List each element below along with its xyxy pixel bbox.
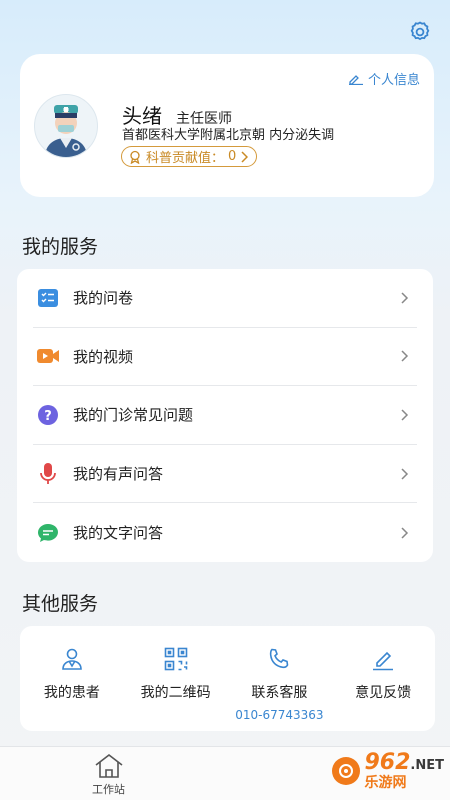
chevron-right-icon [401,468,409,480]
service-label: 我的视频 [73,347,134,366]
service-item-voice-qa[interactable]: 我的有声问答 [33,445,417,504]
chevron-right-icon [401,527,409,539]
other-item-qrcode[interactable]: 我的二维码 [124,626,228,731]
other-services-grid: 我的患者 我的二维码 联系客服 010-67743363 意见反馈 [20,626,435,731]
contribution-value: 0 [228,149,237,164]
personal-info-label: 个人信息 [367,73,420,88]
watermark-sub: 乐游网 [364,775,407,791]
personal-info-link[interactable]: 个人信息 [348,69,420,88]
home-icon [95,753,122,778]
qrcode-icon [163,646,189,672]
avatar[interactable] [34,94,98,158]
microphone-icon [37,462,59,485]
watermark-logo: 962.NET 乐游网 [332,752,444,790]
other-item-patients[interactable]: 我的患者 [20,626,124,731]
doctor-hospital: 首都医科大学附属北京朝 内分泌失调 [122,128,335,143]
service-label: 我的门诊常见问题 [73,406,194,425]
service-label: 我的有声问答 [73,465,164,484]
chevron-right-icon [401,350,409,362]
chevron-right-icon [401,292,409,304]
gear-icon [410,21,430,41]
service-item-text-qa[interactable]: 我的文字问答 [33,503,417,562]
chevron-right-icon [401,409,409,421]
my-services-list: 我的问卷 我的视频 ? 我的门诊常见问题 我的有声问答 我的文字问答 [17,269,433,562]
tab-workstation[interactable]: 工作站 [92,753,125,797]
contribution-label: 科普贡献值： [146,151,225,166]
other-services-title: 其他服务 [22,593,99,615]
other-item-label: 我的患者 [43,685,100,701]
customer-service-phone[interactable]: 010-67743363 [235,708,323,722]
doctor-avatar-icon [45,105,87,157]
other-item-label: 我的二维码 [140,685,211,701]
service-item-faq[interactable]: ? 我的门诊常见问题 [33,386,417,445]
chevron-right-icon [241,150,249,163]
service-label: 我的文字问答 [73,524,164,543]
patient-icon [59,646,85,672]
other-item-label: 联系客服 [251,685,308,701]
phone-icon [266,646,292,672]
settings-button[interactable] [406,18,434,46]
other-item-label: 意见反馈 [355,685,412,701]
tab-label: 工作站 [92,783,125,796]
contribution-badge[interactable]: 科普贡献值： 0 [121,146,258,167]
watermark-number: 962 [364,750,411,775]
service-item-questionnaire[interactable]: 我的问卷 [33,269,417,328]
profile-card: 个人信息 头绪 主任医师 首都医科大学附属北京朝 内分泌失调 科普贡献值： 0 [20,54,434,197]
edit-icon [370,646,396,672]
watermark-badge-icon [332,757,361,785]
other-item-feedback[interactable]: 意见反馈 [331,626,435,731]
medal-icon [130,150,140,164]
watermark-suffix: .NET [410,758,444,773]
chat-icon [37,522,59,544]
video-icon [37,345,59,367]
service-label: 我的问卷 [73,289,134,308]
svg-text:?: ? [44,409,52,424]
question-icon: ? [37,404,59,426]
service-item-video[interactable]: 我的视频 [33,328,417,387]
checklist-icon [37,287,59,309]
edit-pen-icon [348,74,363,85]
other-item-customer-service[interactable]: 联系客服 010-67743363 [228,626,332,731]
my-services-title: 我的服务 [22,236,99,258]
